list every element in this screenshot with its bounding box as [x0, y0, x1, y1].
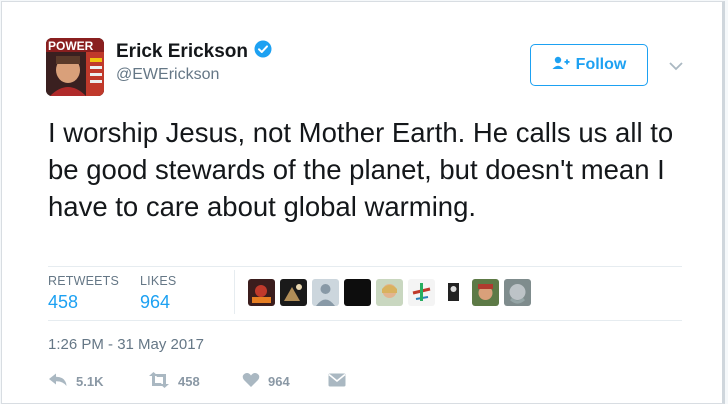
retweet-icon	[148, 372, 170, 391]
follow-button[interactable]: Follow	[530, 44, 648, 86]
liker-avatar[interactable]	[248, 279, 275, 306]
avatar[interactable]: POWER	[46, 38, 104, 96]
author-name[interactable]: Erick Erickson	[116, 41, 248, 63]
like-button[interactable]: 964	[242, 372, 328, 391]
likes-label: LIKES	[140, 274, 177, 288]
follow-button-label: Follow	[575, 56, 627, 73]
direct-message-button[interactable]	[328, 373, 346, 390]
tweet-text: I worship Jesus, not Mother Earth. He ca…	[48, 117, 674, 222]
liker-avatar[interactable]	[504, 279, 531, 306]
liker-avatar[interactable]	[408, 279, 435, 306]
author-handle[interactable]: @EWErickson	[116, 66, 219, 84]
liker-avatar[interactable]	[312, 279, 339, 306]
liker-avatar[interactable]	[376, 279, 403, 306]
tweet-card: POWER Erick Erickson @EWErickson Follow …	[1, 1, 725, 404]
retweet-button[interactable]: 458	[148, 372, 242, 391]
divider	[48, 266, 682, 267]
verified-badge-icon	[254, 40, 272, 64]
add-user-icon	[552, 56, 570, 75]
liker-avatar[interactable]	[440, 279, 467, 306]
likes-value: 964	[140, 292, 171, 312]
reply-count: 5.1K	[76, 374, 104, 389]
chevron-down-icon[interactable]	[668, 58, 684, 76]
likes-stat[interactable]: LIKES 964	[140, 274, 176, 313]
divider	[48, 320, 682, 321]
liker-avatar[interactable]	[344, 279, 371, 306]
liker-avatar[interactable]	[280, 279, 307, 306]
author-name-row[interactable]: Erick Erickson	[116, 40, 272, 64]
liker-avatars	[248, 279, 531, 306]
liker-avatar[interactable]	[472, 279, 499, 306]
retweets-value: 458	[48, 292, 79, 312]
svg-text:POWER: POWER	[48, 39, 94, 53]
reply-icon	[48, 372, 68, 391]
retweet-count: 458	[178, 374, 200, 389]
retweets-label: RETWEETS	[48, 274, 120, 288]
retweets-stat[interactable]: RETWEETS 458	[48, 274, 119, 313]
tweet-timestamp[interactable]: 1:26 PM - 31 May 2017	[48, 336, 204, 353]
reply-button[interactable]: 5.1K	[48, 372, 148, 391]
heart-icon	[242, 372, 260, 391]
action-bar: 5.1K 458 964	[48, 372, 346, 391]
divider	[234, 270, 235, 314]
like-count: 964	[268, 374, 290, 389]
envelope-icon	[328, 373, 346, 390]
